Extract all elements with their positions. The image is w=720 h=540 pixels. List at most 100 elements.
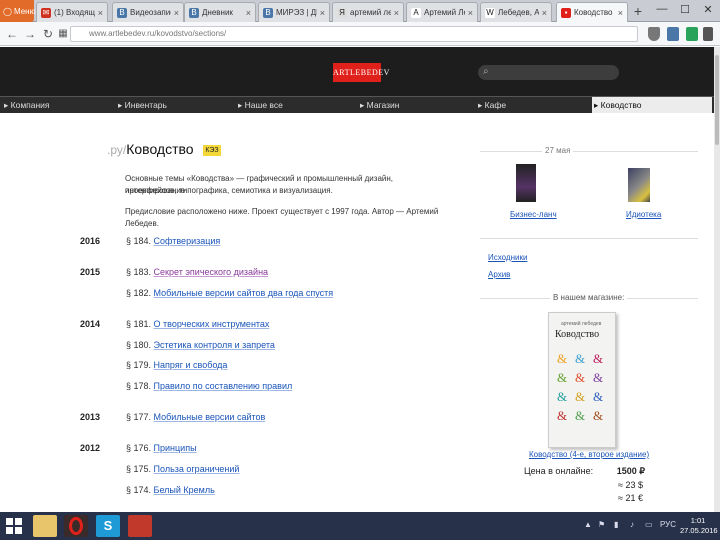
section-number: § 174. — [126, 485, 152, 495]
extension-icon[interactable] — [703, 27, 713, 41]
section-nav-item[interactable]: ▸ Магазин — [360, 97, 399, 113]
powerpoint-icon[interactable] — [128, 515, 152, 537]
file-explorer-icon[interactable] — [33, 515, 57, 537]
system-clock[interactable]: 1:01 27.05.2016 — [680, 516, 718, 536]
page-title-text: Ководство — [126, 141, 194, 157]
kez-badge[interactable]: КЭЗ — [203, 145, 221, 156]
site-logo[interactable]: ARTLEBEDEV — [333, 63, 389, 82]
shield-icon[interactable] — [648, 27, 660, 41]
section-nav-item[interactable]: ▸ Кафе — [478, 97, 506, 113]
section-entry: § 183. Секрет эпического дизайна — [126, 267, 268, 277]
section-link[interactable]: Белый Кремль — [154, 485, 215, 495]
tray-network-icon[interactable]: ▮ — [614, 520, 618, 529]
tray-arrow-icon[interactable]: ▲ — [584, 520, 592, 529]
vk-extension-icon[interactable] — [667, 27, 679, 41]
close-tab-icon[interactable]: × — [542, 8, 547, 18]
section-link[interactable]: Мобильные версии сайтов два года спустя — [154, 288, 334, 298]
tray-battery-icon[interactable]: ▭ — [645, 520, 653, 529]
book-link[interactable]: Ководство (4-е, второе издание) — [529, 450, 649, 459]
section-link[interactable]: Напряг и свобода — [154, 360, 228, 370]
year-heading: 2015 — [80, 267, 101, 277]
price-rub: 1500 ₽ — [616, 466, 645, 476]
section-link[interactable]: Польза ограничений — [154, 464, 240, 474]
video-caption[interactable]: Идиотека — [626, 210, 661, 219]
download-extension-icon[interactable] — [686, 27, 698, 41]
price-label: Цена в онлайне: — [524, 466, 594, 476]
section-link[interactable]: Принципы — [154, 443, 197, 453]
section-link[interactable]: Мобильные версии сайтов — [154, 412, 266, 422]
speed-dial-icon[interactable]: ▦ — [55, 26, 71, 42]
tab-title: (1) Входящие - — [54, 8, 95, 17]
close-tab-icon[interactable]: × — [468, 8, 473, 18]
page-title-domain: .ру/ — [107, 143, 127, 157]
tab-favicon-icon: B — [189, 7, 199, 18]
browser-tab[interactable]: Яартемий лебед× — [332, 2, 404, 22]
windows-start-icon[interactable] — [6, 518, 22, 534]
section-link[interactable]: Правило по составлению правил — [154, 381, 293, 391]
section-number: § 175. — [126, 464, 152, 474]
book-author: артемий лебедев — [561, 321, 602, 327]
maximize-button[interactable]: ☐ — [677, 3, 693, 16]
scrollbar-thumb[interactable] — [715, 55, 719, 145]
video-thumbnail[interactable] — [628, 168, 650, 202]
browser-tab[interactable]: ✉(1) Входящие - × — [36, 2, 108, 22]
tray-volume-icon[interactable]: ♪ — [630, 520, 634, 529]
site-search-input[interactable]: ⌕ — [478, 65, 619, 80]
section-nav-item[interactable]: ▸ Компания — [4, 97, 50, 113]
book-cover[interactable]: артемий лебедев Ководство & & & & & & & & & & & & — [548, 312, 616, 448]
section-entry: § 177. Мобильные версии сайтов — [126, 412, 265, 422]
section-nav-item[interactable]: ▸ Наше все — [238, 97, 283, 113]
browser-tab[interactable]: AАртемий Лебед× — [406, 2, 478, 22]
back-icon[interactable]: ← — [4, 26, 20, 42]
section-entry: § 179. Напряг и свобода — [126, 360, 227, 370]
book-ampersands: & & & & & & & & & & & & — [557, 351, 611, 424]
reload-icon[interactable]: ↻ — [40, 26, 56, 42]
archive-link[interactable]: Архив — [488, 270, 510, 279]
minimize-button[interactable]: — — [654, 3, 670, 15]
close-tab-icon[interactable]: × — [98, 8, 103, 18]
tray-flag-icon[interactable]: ⚑ — [598, 520, 605, 529]
section-link[interactable]: Эстетика контроля и запрета — [154, 340, 275, 350]
clock-time: 1:01 — [690, 516, 706, 525]
page-scrollbar[interactable] — [714, 47, 720, 512]
section-number: § 184. — [126, 236, 152, 246]
section-number: § 181. — [126, 319, 152, 329]
close-tab-icon[interactable]: × — [394, 8, 399, 18]
year-heading: 2016 — [80, 236, 101, 246]
ampersand-glyph: & — [593, 408, 604, 423]
close-tab-icon[interactable]: × — [246, 8, 251, 18]
video-thumbnail[interactable] — [516, 164, 536, 202]
close-tab-icon[interactable]: × — [320, 8, 325, 18]
browser-tab[interactable]: B Дневник × — [184, 2, 256, 22]
video-caption[interactable]: Бизнес-ланч — [510, 210, 557, 219]
browser-menu-button[interactable]: ◯ Меню — [0, 0, 36, 22]
section-number: § 176. — [126, 443, 152, 453]
close-tab-icon[interactable]: × — [618, 8, 623, 18]
browser-tab[interactable]: BМИРЭЗ | ДГТУ× — [258, 2, 330, 22]
shop-label: В нашем магазине: — [550, 293, 628, 302]
tab-favicon-icon: W — [485, 7, 495, 18]
new-tab-button[interactable]: + — [630, 3, 646, 19]
ampersand-glyph: & — [593, 389, 604, 404]
forward-icon[interactable]: → — [22, 26, 38, 42]
skype-icon[interactable]: S — [96, 515, 120, 537]
section-nav-label: Магазин — [366, 100, 400, 110]
sources-link[interactable]: Исходники — [488, 253, 527, 262]
tab-favicon-icon: Я — [337, 7, 347, 18]
section-link[interactable]: Софтверизация — [154, 236, 221, 246]
close-tab-icon[interactable]: × — [174, 8, 179, 18]
input-language[interactable]: РУС — [660, 520, 676, 529]
section-link[interactable]: О творческих инструментах — [154, 319, 270, 329]
ampersand-glyph: & — [557, 408, 568, 423]
tab-title: Дневник — [202, 8, 233, 17]
opera-taskbar-icon[interactable] — [64, 515, 88, 537]
section-nav-item[interactable]: ▸ Ководство — [592, 97, 712, 113]
browser-tab-strip: ◯ Меню ✉(1) Входящие - ×BВидеозаписи Ги×… — [0, 0, 720, 22]
browser-tab[interactable]: BВидеозаписи Ги× — [112, 2, 184, 22]
address-bar[interactable]: www.artlebedev.ru/kovodstvo/sections/ — [70, 26, 638, 42]
browser-tab[interactable]: ▪ Ководство × — [556, 2, 628, 22]
browser-tab[interactable]: WЛебедев, Арте× — [480, 2, 552, 22]
section-nav-item[interactable]: ▸ Инвентарь — [118, 97, 167, 113]
section-link[interactable]: Секрет эпического дизайна — [154, 267, 269, 277]
close-window-button[interactable]: ✕ — [700, 3, 716, 16]
